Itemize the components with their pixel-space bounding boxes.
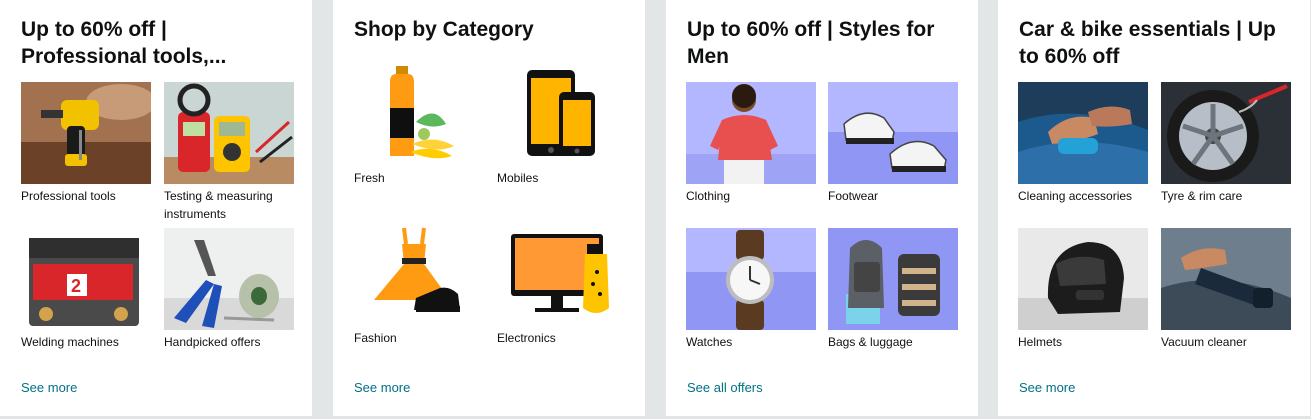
car-cleaning-image[interactable] [1018,82,1148,184]
card-title: Up to 60% off | Styles for Men [687,18,935,68]
monitor-usb-icon[interactable] [497,224,627,326]
tile-handpicked-offers[interactable]: Handpicked offers [164,228,294,351]
tile-welding-machines[interactable]: 2 Welding machines [21,228,151,351]
card-row: Up to 60% off | Professional tools,... P… [0,0,1311,419]
dress-shoe-icon[interactable] [354,224,484,326]
multimeter-image[interactable] [164,82,294,184]
pliers-solder-image[interactable] [164,228,294,330]
tile-caption: Tyre & rim care [1161,189,1243,203]
tile-footwear[interactable]: Footwear [828,82,958,205]
tile-caption: Helmets [1018,335,1063,349]
tile-fresh[interactable]: Fresh [354,64,484,187]
see-more-link[interactable]: See more [1019,379,1075,396]
card-car-bike-essentials: Car & bike essentials | Up to 60% off Cl… [998,0,1310,416]
watch-image[interactable] [686,228,816,330]
tile-fashion[interactable]: Fashion [354,224,484,347]
tile-electronics[interactable]: Electronics [497,224,627,347]
tile-caption: Handpicked offers [164,335,261,349]
tile-caption: Electronics [497,331,556,345]
tile-caption: Welding machines [21,335,119,349]
card-title: Up to 60% off | Professional tools,... [21,18,227,68]
tile-watches[interactable]: Watches [686,228,816,351]
tile-caption: Fashion [354,331,397,345]
backpack-image[interactable] [828,228,958,330]
tile-caption: Vacuum cleaner [1161,335,1247,349]
tile-caption: Footwear [828,189,879,203]
tile-helmets[interactable]: Helmets [1018,228,1148,351]
card-title: Car & bike essentials | Up to 60% off [1019,18,1276,68]
tile-caption: Fresh [354,171,385,185]
tile-professional-tools[interactable]: Professional tools [21,82,151,205]
card-title: Shop by Category [354,18,534,41]
tile-caption: Testing & measuring instruments [164,189,273,221]
card-shop-by-category: Shop by Category Fresh Mobiles Fashion E… [333,0,645,416]
tile-bags-luggage[interactable]: Bags & luggage [828,228,958,351]
tile-caption: Bags & luggage [828,335,913,349]
tile-caption: Professional tools [21,189,116,203]
drill-image[interactable] [21,82,151,184]
see-more-link[interactable]: See more [21,379,77,396]
welding-machine-image[interactable]: 2 [21,228,151,330]
card-professional-tools: Up to 60% off | Professional tools,... P… [0,0,312,416]
tile-tyre-rim-care[interactable]: Tyre & rim care [1161,82,1291,205]
tile-caption: Watches [686,335,733,349]
tile-caption: Mobiles [497,171,539,185]
svg-text:2: 2 [71,276,81,296]
tile-cleaning-accessories[interactable]: Cleaning accessories [1018,82,1148,205]
tile-clothing[interactable]: Clothing [686,82,816,205]
smartphones-icon[interactable] [497,64,627,166]
sneakers-image[interactable] [828,82,958,184]
see-all-offers-link[interactable]: See all offers [687,379,763,396]
tile-vacuum-cleaner[interactable]: Vacuum cleaner [1161,228,1291,351]
tile-caption: Cleaning accessories [1018,189,1133,203]
man-shirt-image[interactable] [686,82,816,184]
tile-caption: Clothing [686,189,731,203]
tile-mobiles[interactable]: Mobiles [497,64,627,187]
see-more-link[interactable]: See more [354,379,410,396]
tile-testing-measuring[interactable]: Testing & measuring instruments [164,82,294,223]
rim-cleaning-image[interactable] [1161,82,1291,184]
card-styles-for-men: Up to 60% off | Styles for Men Clothing [666,0,978,416]
juice-fruit-icon[interactable] [354,64,484,166]
helmet-image[interactable] [1018,228,1148,330]
car-vacuum-image[interactable] [1161,228,1291,330]
